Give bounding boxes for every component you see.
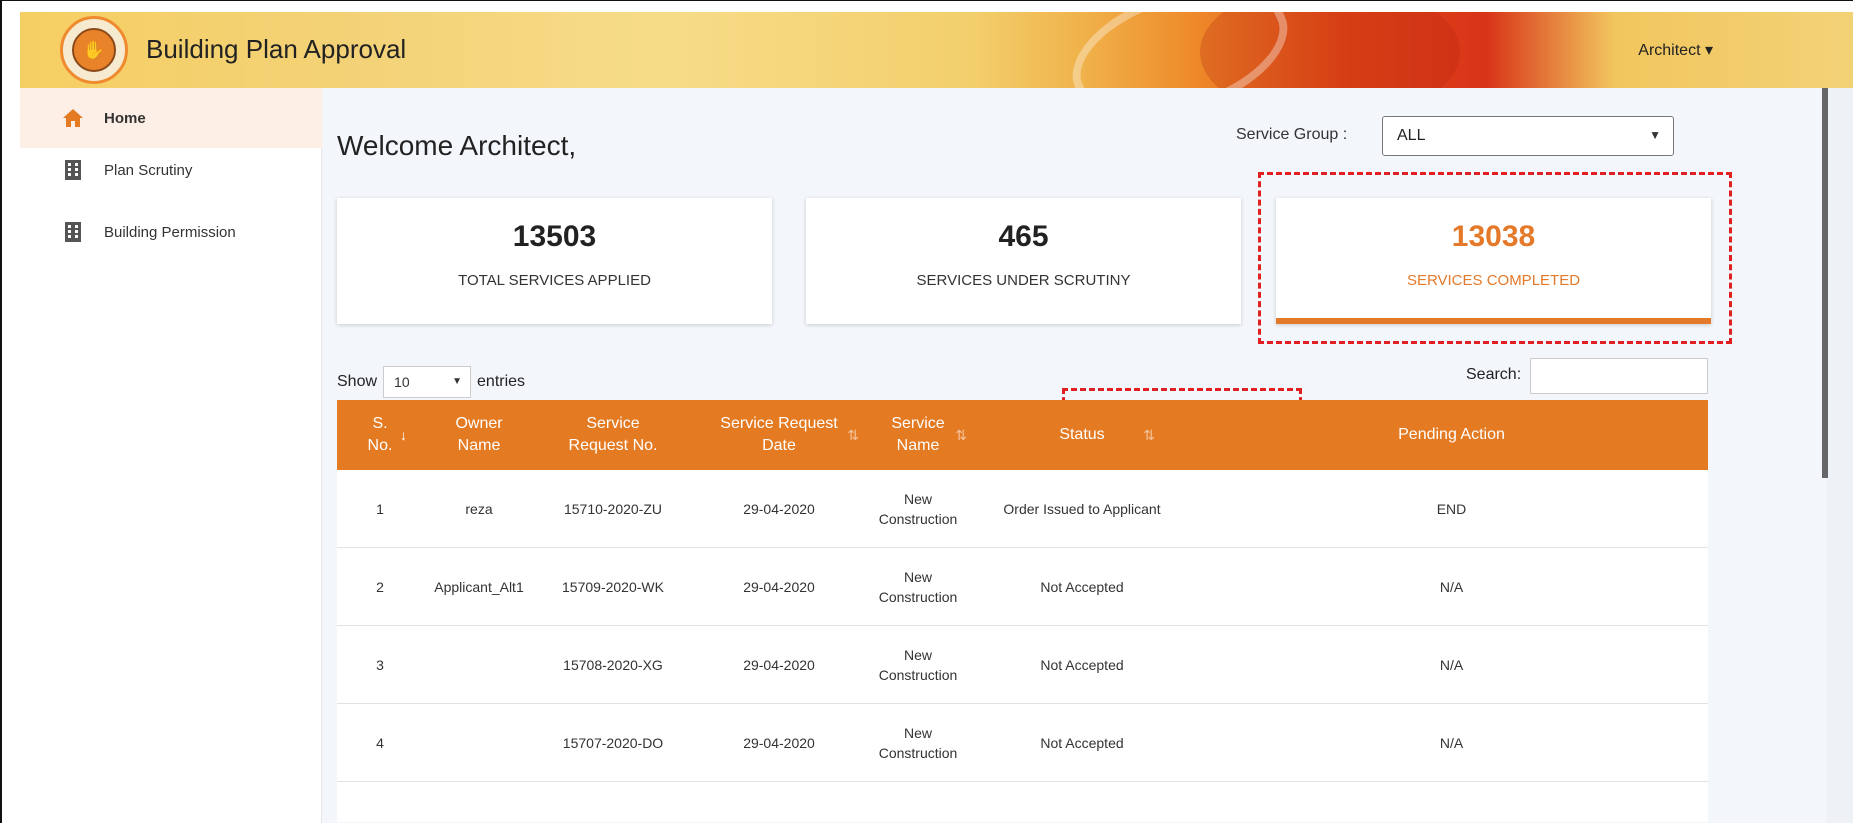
- cell-request-date: 29-04-2020: [743, 734, 815, 751]
- emblem-logo: ✋: [60, 16, 128, 84]
- cell-status: Not Accepted: [1040, 734, 1124, 751]
- cell-service-name: New Construction: [867, 626, 969, 703]
- cell-status: Order Issued to Applicant: [1003, 500, 1161, 517]
- column-header-request-date[interactable]: Service Request Date ⇅: [691, 400, 867, 470]
- cell-sno: 3: [376, 656, 384, 673]
- cell-request-date: 29-04-2020: [743, 500, 815, 517]
- column-label: Owner Name: [455, 415, 503, 454]
- column-header-owner[interactable]: Owner Name: [423, 400, 535, 470]
- cell-pending-action: N/A: [1439, 734, 1464, 751]
- cell-request-date: 29-04-2020: [743, 656, 815, 673]
- sidebar-item-home[interactable]: Home: [20, 88, 322, 148]
- building-icon: [62, 159, 84, 181]
- search-label: Search:: [1466, 366, 1522, 383]
- annotation-highlight-completed: [1258, 172, 1732, 344]
- total-services-card[interactable]: 13503 TOTAL SERVICES APPLIED: [337, 198, 772, 324]
- cell-text: New Construction: [878, 724, 958, 761]
- sort-icon: ⇅: [955, 427, 967, 443]
- building-icon: [62, 221, 84, 243]
- cell-sno: 4: [376, 734, 384, 751]
- column-header-request-no[interactable]: Service Request No.: [535, 400, 691, 470]
- column-label: S. No.: [367, 415, 393, 454]
- cell-service-name: New Construction: [867, 548, 969, 625]
- cell-request-no: 15707-2020-DO: [562, 734, 664, 751]
- home-icon: [62, 107, 84, 129]
- user-menu-dropdown[interactable]: Architect ▾: [1638, 40, 1713, 60]
- service-group-select[interactable]: ALL ▼: [1382, 116, 1674, 156]
- cell-pending-action: N/A: [1439, 656, 1464, 673]
- scrollbar-track[interactable]: [1827, 88, 1853, 823]
- cell-text: New Construction: [878, 490, 958, 527]
- under-scrutiny-card[interactable]: 465 SERVICES UNDER SCRUTINY: [806, 198, 1241, 324]
- entries-value: 10: [394, 374, 410, 390]
- cell-sno: 1: [376, 500, 384, 517]
- cell-request-no: 15708-2020-XG: [563, 656, 663, 673]
- cell-request-date: 29-04-2020: [743, 578, 815, 595]
- emblem-icon: ✋: [72, 28, 116, 72]
- table-row[interactable]: 4 15707-2020-DO 29-04-2020 New Construct…: [337, 704, 1708, 782]
- app-header: ✋ Building Plan Approval Architect ▾: [20, 12, 1853, 88]
- cell-owner: [423, 704, 535, 781]
- table-row-partial: [337, 782, 1708, 822]
- cell-text: New Construction: [878, 568, 958, 605]
- cell-owner: [423, 626, 535, 703]
- entries-label: entries: [477, 373, 526, 390]
- card-caption: SERVICES UNDER SCRUTINY: [916, 272, 1131, 289]
- sidebar-item-label: Plan Scrutiny: [104, 161, 193, 179]
- sidebar-item-plan-scrutiny[interactable]: Plan Scrutiny: [20, 140, 322, 200]
- cell-status: Not Accepted: [1040, 656, 1124, 673]
- cell-owner: Applicant_Alt1: [434, 578, 524, 595]
- cell-text: New Construction: [878, 646, 958, 683]
- column-header-pending-action[interactable]: Pending Action: [1195, 400, 1708, 470]
- sidebar-item-label: Building Permission: [104, 223, 236, 241]
- column-label: Service Request No.: [568, 415, 658, 454]
- sort-icon: ⇅: [1143, 427, 1155, 443]
- column-header-status[interactable]: Status ⇅: [969, 400, 1195, 470]
- table-row[interactable]: 2 Applicant_Alt1 15709-2020-WK 29-04-202…: [337, 548, 1708, 626]
- cell-service-name: New Construction: [867, 470, 969, 547]
- table-row[interactable]: 1 reza 15710-2020-ZU 29-04-2020 New Cons…: [337, 470, 1708, 548]
- card-value: 465: [998, 220, 1049, 253]
- caret-down-icon: ▼: [452, 376, 463, 387]
- page-title: Welcome Architect,: [337, 130, 577, 161]
- entries-length-control: Show 10 ▼ entries: [337, 366, 525, 398]
- sort-asc-icon: ↓: [400, 427, 407, 443]
- sidebar-item-building-permission[interactable]: Building Permission: [20, 202, 322, 262]
- scrollbar-thumb[interactable]: [1822, 88, 1828, 478]
- cell-request-no: 15710-2020-ZU: [563, 500, 663, 517]
- entries-select[interactable]: 10 ▼: [383, 366, 472, 398]
- column-label: Service Name: [891, 415, 945, 454]
- column-header-sno[interactable]: S. No. ↓: [337, 400, 423, 470]
- cell-service-name: New Construction: [867, 704, 969, 781]
- search-input[interactable]: [1530, 358, 1708, 394]
- sort-icon: ⇅: [847, 427, 859, 443]
- cell-pending-action: END: [1436, 500, 1467, 517]
- card-value: 13503: [512, 220, 597, 253]
- service-group-value: ALL: [1397, 127, 1426, 144]
- show-label: Show: [337, 373, 378, 390]
- cell-sno: 2: [376, 578, 384, 595]
- cell-pending-action: N/A: [1439, 578, 1464, 595]
- column-label: Service Request Date: [720, 415, 838, 454]
- cell-owner: reza: [465, 500, 493, 517]
- cell-request-no: 15709-2020-WK: [562, 578, 664, 595]
- column-label: Status: [1059, 426, 1105, 443]
- table-header: S. No. ↓ Owner Name Service Request No. …: [337, 400, 1708, 470]
- caret-down-icon: ▼: [1649, 128, 1661, 142]
- column-header-service-name[interactable]: Service Name ⇅: [867, 400, 969, 470]
- sidebar-item-label: Home: [104, 109, 146, 127]
- app-title: Building Plan Approval: [146, 34, 407, 64]
- card-caption: TOTAL SERVICES APPLIED: [458, 272, 651, 289]
- services-table: S. No. ↓ Owner Name Service Request No. …: [337, 400, 1708, 822]
- column-label: Pending Action: [1398, 426, 1505, 443]
- table-row[interactable]: 3 15708-2020-XG 29-04-2020 New Construct…: [337, 626, 1708, 704]
- cell-status: Not Accepted: [1040, 578, 1124, 595]
- sidebar: Home Plan Scrutiny Building Permission: [20, 88, 322, 823]
- service-group-label: Service Group :: [1236, 126, 1348, 143]
